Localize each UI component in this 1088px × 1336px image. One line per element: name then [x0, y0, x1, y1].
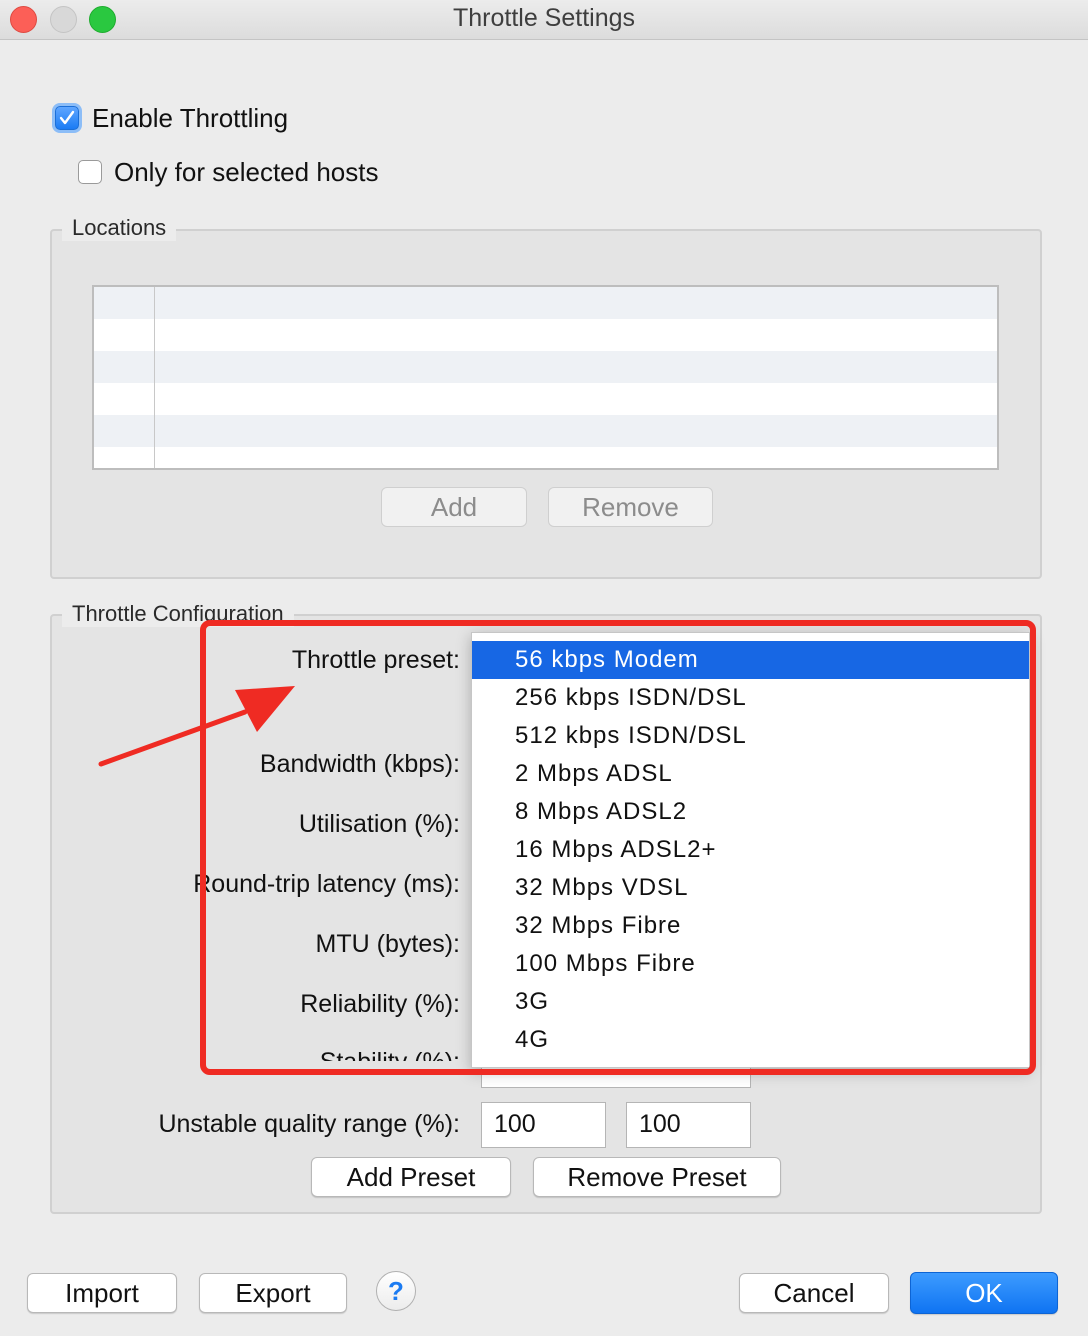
- checkmark-icon: [59, 110, 75, 125]
- window-title: Throttle Settings: [452, 4, 636, 32]
- mtu-label: MTU (bytes):: [315, 930, 460, 958]
- export-button[interactable]: Export: [199, 1273, 347, 1313]
- column-divider: [154, 287, 155, 468]
- help-button[interactable]: ?: [376, 1271, 416, 1311]
- preset-option[interactable]: 8 Mbps ADSL2: [472, 793, 1029, 831]
- cancel-button[interactable]: Cancel: [739, 1273, 889, 1313]
- add-location-button[interactable]: Add: [381, 487, 527, 527]
- table-row[interactable]: [94, 319, 997, 351]
- only-selected-hosts-label[interactable]: Only for selected hosts: [114, 157, 378, 188]
- only-selected-hosts-checkbox[interactable]: [78, 160, 102, 184]
- preset-option[interactable]: 56 kbps Modem: [472, 641, 1029, 679]
- remove-preset-button[interactable]: Remove Preset: [533, 1157, 781, 1197]
- reliability-label: Reliability (%):: [300, 990, 460, 1018]
- utilisation-label: Utilisation (%):: [298, 810, 460, 838]
- latency-label: Round-trip latency (ms):: [193, 870, 460, 898]
- preset-option[interactable]: 32 Mbps VDSL: [472, 869, 1029, 907]
- table-row[interactable]: [94, 415, 997, 447]
- table-row[interactable]: [94, 287, 997, 319]
- add-preset-button[interactable]: Add Preset: [311, 1157, 511, 1197]
- throttle-configuration-title: Throttle Configuration: [62, 601, 294, 627]
- table-row[interactable]: [94, 351, 997, 383]
- import-button[interactable]: Import: [27, 1273, 177, 1313]
- unstable-quality-range-label: Unstable quality range (%):: [158, 1110, 460, 1138]
- preset-option[interactable]: 3G: [472, 983, 1029, 1021]
- locations-table[interactable]: [92, 285, 999, 470]
- table-row[interactable]: [94, 383, 997, 415]
- unstable-range-max-input[interactable]: 100: [626, 1102, 751, 1148]
- preset-option[interactable]: 16 Mbps ADSL2+: [472, 831, 1029, 869]
- preset-option[interactable]: 32 Mbps Fibre: [472, 907, 1029, 945]
- enable-throttling-label[interactable]: Enable Throttling: [92, 103, 288, 134]
- preset-option[interactable]: 512 kbps ISDN/DSL: [472, 717, 1029, 755]
- ok-button[interactable]: OK: [910, 1272, 1058, 1314]
- preset-option[interactable]: 4G: [472, 1021, 1029, 1059]
- preset-option[interactable]: 2 Mbps ADSL: [472, 755, 1029, 793]
- throttle-preset-dropdown-list[interactable]: 56 kbps Modem 256 kbps ISDN/DSL 512 kbps…: [471, 632, 1030, 1068]
- bandwidth-label: Bandwidth (kbps):: [259, 750, 460, 778]
- unstable-range-min-input[interactable]: 100: [481, 1102, 606, 1148]
- throttle-preset-label: Throttle preset:: [291, 646, 460, 674]
- preset-option[interactable]: 100 Mbps Fibre: [472, 945, 1029, 983]
- preset-option[interactable]: 256 kbps ISDN/DSL: [472, 679, 1029, 717]
- locations-group-title: Locations: [62, 215, 177, 241]
- table-row[interactable]: [94, 447, 997, 468]
- enable-throttling-checkbox[interactable]: [55, 106, 79, 130]
- title-bar: Throttle Settings: [0, 0, 1088, 40]
- remove-location-button[interactable]: Remove: [548, 487, 713, 527]
